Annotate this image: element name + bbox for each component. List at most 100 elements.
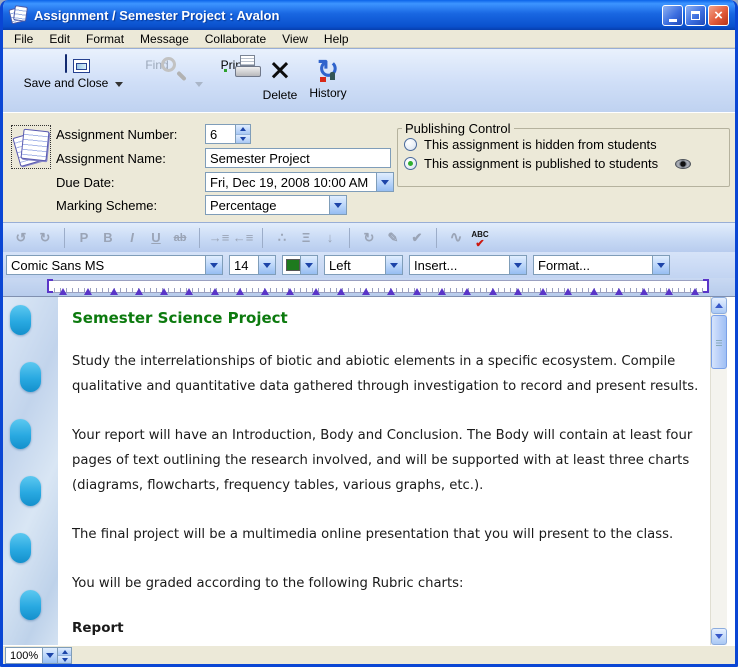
indent-decrease-icon[interactable]: ←≡ (231, 227, 255, 249)
find-button[interactable]: Find (128, 55, 186, 72)
zoom-dropdown-arrow[interactable] (42, 648, 57, 663)
tab-stop-marker[interactable] (286, 288, 294, 295)
delete-button[interactable]: × Delete (257, 55, 303, 102)
tab-stop-marker[interactable] (665, 288, 673, 295)
italic-icon[interactable]: I (120, 227, 144, 249)
undo-icon[interactable]: ↺ (9, 227, 33, 249)
tab-stop-marker[interactable] (236, 288, 244, 295)
document-content[interactable]: Semester Science Project Study the inter… (58, 297, 710, 645)
assignment-name-field[interactable] (205, 148, 391, 168)
insert-dropdown[interactable]: Insert... (409, 255, 527, 275)
save-dropdown-arrow[interactable] (115, 82, 123, 87)
menu-collaborate[interactable]: Collaborate (197, 31, 274, 47)
menu-format[interactable]: Format (78, 31, 132, 47)
tab-stop-marker[interactable] (59, 288, 67, 295)
scrollbar-thumb[interactable] (711, 315, 727, 369)
tab-stop-marker[interactable] (185, 288, 193, 295)
history-button[interactable]: ↻ History (305, 55, 351, 100)
indent-increase-icon[interactable]: →≡ (207, 227, 231, 249)
alignment-arrow[interactable] (385, 256, 402, 274)
assignment-name-input[interactable] (206, 151, 390, 166)
tab-stop-marker[interactable] (539, 288, 547, 295)
plain-text-icon[interactable]: P (72, 227, 96, 249)
tab-stop-marker[interactable] (514, 288, 522, 295)
tab-stop-marker[interactable] (615, 288, 623, 295)
assignment-number-field[interactable]: 6 (205, 124, 251, 144)
tab-stop-marker[interactable] (564, 288, 572, 295)
left-margin-marker[interactable] (47, 279, 53, 293)
menu-message[interactable]: Message (132, 31, 197, 47)
tab-stop-marker[interactable] (438, 288, 446, 295)
save-and-close-button[interactable]: Save and Close (19, 55, 113, 90)
font-color-arrow[interactable] (300, 256, 317, 274)
menu-file[interactable]: File (6, 31, 41, 47)
tab-stop-marker[interactable] (135, 288, 143, 295)
tab-stop-marker[interactable] (387, 288, 395, 295)
tab-stop-marker[interactable] (110, 288, 118, 295)
tab-stop-marker[interactable] (691, 288, 699, 295)
font-size-dropdown[interactable]: 14 (229, 255, 276, 275)
signature-icon[interactable]: ∿ (444, 227, 468, 249)
tab-stop-marker[interactable] (312, 288, 320, 295)
title-bar[interactable]: Assignment / Semester Project : Avalon × (3, 0, 735, 30)
published-radio[interactable] (404, 157, 417, 170)
move-down-icon[interactable]: ↓ (318, 227, 342, 249)
font-family-arrow[interactable] (205, 256, 222, 274)
menu-view[interactable]: View (274, 31, 316, 47)
hidden-option-row[interactable]: This assignment is hidden from students (398, 136, 729, 155)
format-arrow[interactable] (652, 256, 669, 274)
paragraph-spacing-icon[interactable]: Ξ (294, 227, 318, 249)
format-dropdown[interactable]: Format... (533, 255, 670, 275)
tab-stop-marker[interactable] (463, 288, 471, 295)
tab-stop-marker[interactable] (211, 288, 219, 295)
delete-icon: × (268, 53, 291, 86)
tab-stops-icon[interactable]: ∴ (270, 227, 294, 249)
spellcheck-icon[interactable]: ABC✔ (468, 227, 492, 249)
scroll-up-button[interactable] (711, 297, 727, 314)
published-option-row[interactable]: This assignment is published to students (398, 155, 729, 174)
bold-icon[interactable]: B (96, 227, 120, 249)
accept-icon[interactable]: ✔ (405, 227, 429, 249)
maximize-button[interactable] (685, 5, 706, 26)
redo-icon[interactable]: ↻ (33, 227, 57, 249)
print-button[interactable]: Print (213, 55, 253, 72)
insert-arrow[interactable] (509, 256, 526, 274)
scrollbar-track[interactable] (711, 369, 727, 628)
font-family-dropdown[interactable]: Comic Sans MS (6, 255, 223, 275)
font-color-dropdown[interactable] (282, 255, 318, 275)
underline-icon[interactable]: U (144, 227, 168, 249)
zoom-control[interactable]: 100% (5, 647, 72, 664)
right-margin-marker[interactable] (703, 279, 709, 293)
find-dropdown-arrow[interactable] (195, 82, 203, 87)
tab-stop-marker[interactable] (489, 288, 497, 295)
tab-stop-marker[interactable] (84, 288, 92, 295)
assignment-name-label: Assignment Name: (56, 151, 166, 166)
marking-scheme-dropdown[interactable]: Percentage (205, 195, 347, 215)
tab-stop-marker[interactable] (261, 288, 269, 295)
tab-stop-marker[interactable] (160, 288, 168, 295)
tab-stop-marker[interactable] (413, 288, 421, 295)
alignment-dropdown[interactable]: Left (324, 255, 403, 275)
hidden-radio[interactable] (404, 138, 417, 151)
menu-help[interactable]: Help (316, 31, 357, 47)
close-button[interactable]: × (708, 5, 729, 26)
assignment-number-spinner[interactable] (235, 125, 250, 143)
assignment-item-icon[interactable] (11, 125, 51, 169)
scroll-down-button[interactable] (711, 628, 727, 645)
tab-stop-marker[interactable] (640, 288, 648, 295)
vertical-scrollbar[interactable] (710, 297, 727, 645)
strikethrough-icon[interactable]: ab (168, 227, 192, 249)
tab-stop-marker[interactable] (362, 288, 370, 295)
due-date-arrow[interactable] (376, 173, 393, 191)
revert-icon[interactable]: ↻ (357, 227, 381, 249)
menu-edit[interactable]: Edit (41, 31, 78, 47)
tab-stop-marker[interactable] (337, 288, 345, 295)
tab-stop-marker[interactable] (590, 288, 598, 295)
font-size-arrow[interactable] (258, 256, 275, 274)
hidden-option-label: This assignment is hidden from students (424, 137, 657, 152)
minimize-button[interactable] (662, 5, 683, 26)
marking-scheme-arrow[interactable] (329, 196, 346, 214)
edit-pen-icon[interactable]: ✎ (381, 227, 405, 249)
zoom-spinner[interactable] (57, 648, 71, 663)
due-date-dropdown[interactable]: Fri, Dec 19, 2008 10:00 AM (205, 172, 394, 192)
